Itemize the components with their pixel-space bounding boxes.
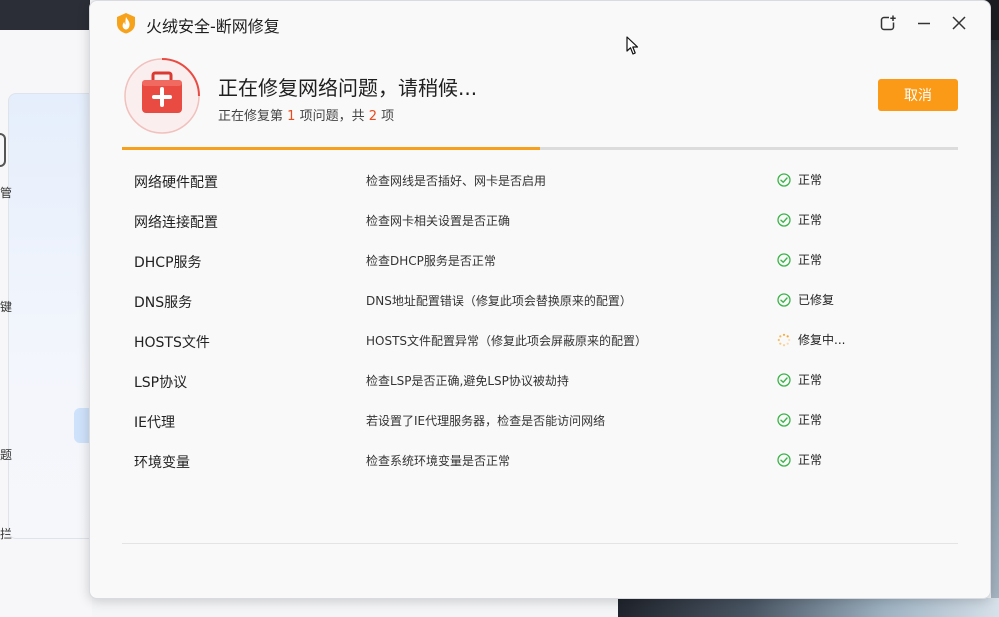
- background-text: 管: [0, 186, 13, 200]
- background-text: 题: [0, 448, 13, 462]
- close-icon[interactable]: [949, 13, 969, 33]
- list-item: DNS服务 DNS地址配置错误（修复此项会替换原来的配置） 已修复: [122, 279, 958, 319]
- item-name: DNS服务: [134, 295, 193, 311]
- check-circle-icon: [777, 212, 791, 227]
- item-status: 正常: [777, 371, 822, 388]
- item-name: 网络连接配置: [134, 215, 218, 231]
- cancel-button[interactable]: 取消: [878, 79, 958, 111]
- mouse-cursor-icon: [626, 36, 640, 56]
- list-item: DHCP服务 检查DHCP服务是否正常 正常: [122, 239, 958, 279]
- item-description: 检查DHCP服务是否正常: [366, 254, 496, 268]
- item-status: 正常: [777, 451, 822, 468]
- item-status-label: 正常: [798, 253, 823, 267]
- background-window: 管 键 题 拦: [0, 0, 94, 617]
- item-name: 环境变量: [134, 455, 190, 471]
- item-status-label: 正常: [798, 453, 823, 467]
- list-item: LSP协议 检查LSP是否正确,避免LSP协议被劫持 正常: [122, 359, 958, 399]
- item-status: 正常: [777, 411, 822, 428]
- current-item-count: 1: [287, 109, 296, 124]
- check-circle-icon: [777, 172, 791, 187]
- mini-mode-icon[interactable]: [878, 13, 898, 33]
- check-item-list: 网络硬件配置 检查网线是否插好、网卡是否启用 正常 网络连接配置 检查网卡相关设置是否正…: [122, 159, 958, 479]
- item-description: DNS地址配置错误（修复此项会替换原来的配置）: [366, 294, 632, 308]
- item-status-label: 正常: [798, 213, 823, 227]
- list-item: HOSTS文件 HOSTS文件配置异常（修复此项会屏蔽原来的配置） 修复中...: [122, 319, 958, 359]
- status-sub-prefix: 正在修复第: [218, 109, 284, 124]
- progress-bar-fill: [122, 147, 540, 150]
- item-description: 若设置了IE代理服务器，检查是否能访问网络: [366, 414, 606, 428]
- item-status: 修复中...: [777, 331, 845, 348]
- background-panel: [8, 93, 92, 539]
- item-name: DHCP服务: [134, 255, 202, 271]
- item-status-label: 正常: [798, 173, 823, 187]
- item-status-label: 正常: [798, 413, 823, 427]
- item-status: 已修复: [777, 291, 834, 308]
- huorong-logo-icon: [115, 12, 137, 34]
- background-text: 键: [0, 300, 13, 314]
- status-subtitle: 正在修复第 1 项问题，共 2 项: [218, 105, 394, 124]
- item-description: 检查系统环境变量是否正常: [366, 454, 511, 468]
- list-item: 网络硬件配置 检查网线是否插好、网卡是否启用 正常: [122, 159, 958, 199]
- item-name: IE代理: [134, 415, 175, 431]
- item-description: HOSTS文件配置异常（修复此项会屏蔽原来的配置）: [366, 334, 648, 348]
- check-circle-icon: [777, 292, 791, 307]
- item-status: 正常: [777, 251, 822, 268]
- status-sub-suffix: 项: [381, 109, 395, 124]
- total-item-count: 2: [368, 109, 378, 124]
- status-sub-middle: 项问题，共: [299, 109, 365, 124]
- network-repair-dialog: 火绒安全-断网修复 正在修复网络问题，请稍候... 正在修复第 1 项问题，共 …: [89, 0, 991, 599]
- title-bar[interactable]: 火绒安全-断网修复: [90, 1, 990, 45]
- check-circle-icon: [777, 252, 791, 267]
- status-title: 正在修复网络问题，请稍候...: [218, 76, 478, 100]
- item-name: LSP协议: [134, 375, 188, 391]
- item-name: 网络硬件配置: [134, 175, 218, 191]
- background-icon-fragment: [0, 133, 6, 167]
- desktop-edge: [991, 40, 999, 617]
- divider: [122, 543, 958, 544]
- item-status-label: 已修复: [798, 293, 835, 307]
- item-name: HOSTS文件: [134, 335, 210, 351]
- minimize-icon[interactable]: [914, 13, 934, 33]
- check-circle-icon: [777, 372, 791, 387]
- background-titlebar: [0, 0, 90, 30]
- window-title: 火绒安全-断网修复: [146, 17, 280, 36]
- list-item: IE代理 若设置了IE代理服务器，检查是否能访问网络 正常: [122, 399, 958, 439]
- item-status-label: 正常: [798, 373, 823, 387]
- loading-spinner-icon: [777, 333, 791, 347]
- list-item: 环境变量 检查系统环境变量是否正常 正常: [122, 439, 958, 479]
- background-text: 拦: [0, 527, 13, 541]
- item-status: 正常: [777, 171, 822, 188]
- desktop-wallpaper: [618, 598, 999, 617]
- item-description: 检查网线是否插好、网卡是否启用: [366, 174, 547, 188]
- item-description: 检查LSP是否正确,避免LSP协议被劫持: [366, 374, 569, 388]
- list-item: 网络连接配置 检查网卡相关设置是否正确 正常: [122, 199, 958, 239]
- item-description: 检查网卡相关设置是否正确: [366, 214, 511, 228]
- check-circle-icon: [777, 452, 791, 467]
- first-aid-kit-icon: [123, 57, 201, 135]
- progress-bar: [122, 147, 958, 150]
- item-status-label: 修复中...: [798, 333, 846, 347]
- item-status: 正常: [777, 211, 822, 228]
- check-circle-icon: [777, 412, 791, 427]
